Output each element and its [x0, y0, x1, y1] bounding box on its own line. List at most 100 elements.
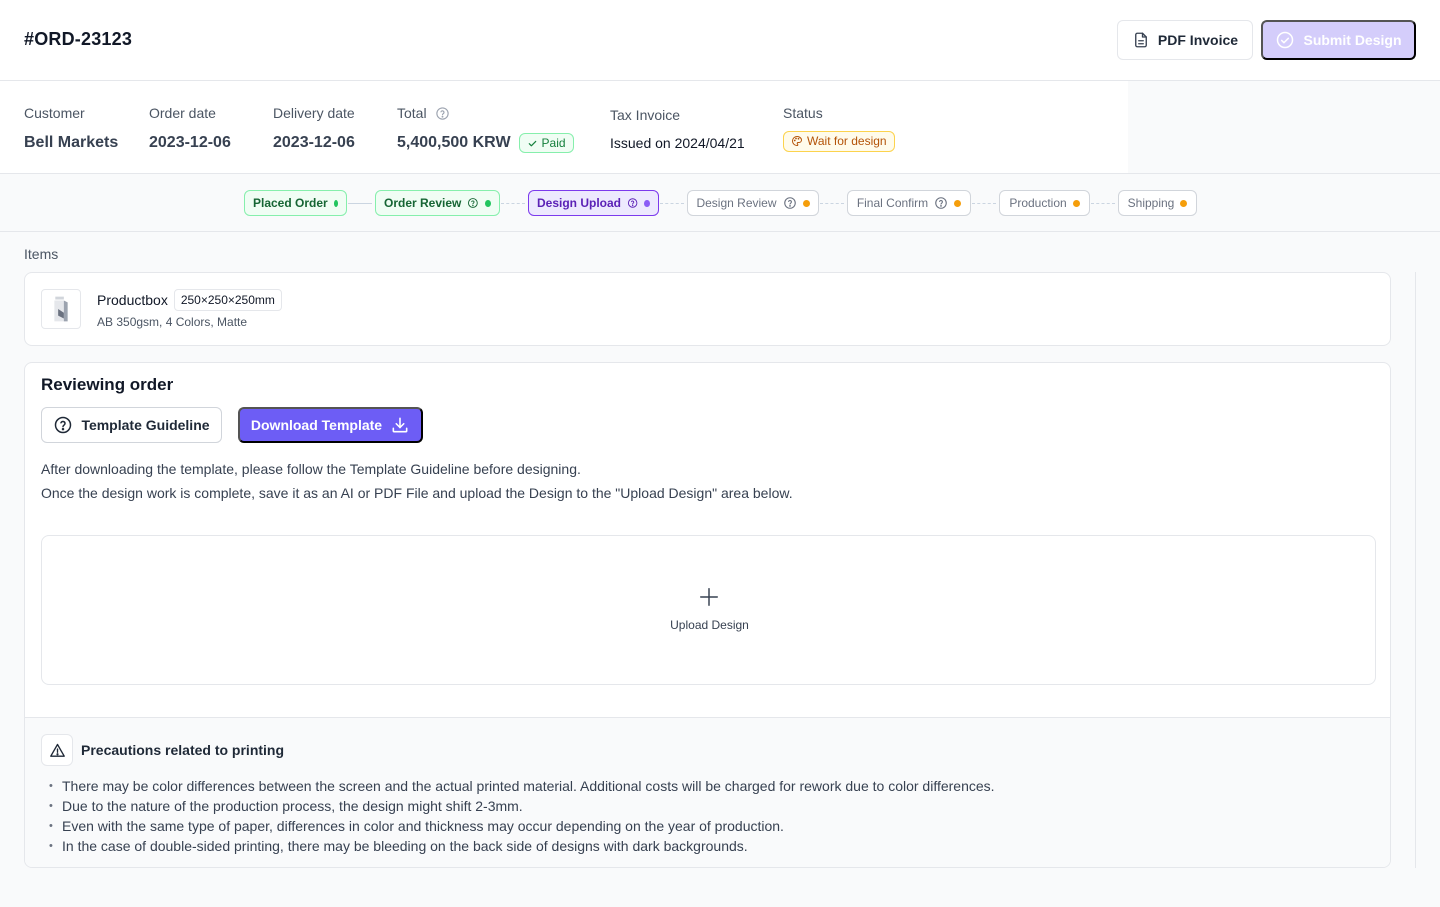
- check-icon: [528, 140, 536, 146]
- review-section: Reviewing order Template Guideline Downl…: [24, 362, 1391, 868]
- step-connector: [660, 203, 684, 204]
- step-label: Final Confirm: [856, 196, 929, 210]
- step-label: Placed Order: [253, 196, 328, 210]
- step-placed-order[interactable]: Placed Order: [244, 190, 347, 216]
- status-badge: Wait for design: [783, 130, 895, 152]
- step-production[interactable]: Production: [999, 190, 1090, 216]
- precautions-panel: Precautions related to printing There ma…: [25, 717, 1390, 867]
- status-badge-label: Wait for design: [807, 134, 887, 148]
- order-id: #ORD-23123: [24, 29, 133, 49]
- box-icon: [54, 296, 68, 322]
- step-order-review[interactable]: Order Review: [375, 190, 500, 216]
- total-field: Total 5,400,500 KRW Paid: [397, 103, 574, 153]
- tax-invoice-field: Tax Invoice Issued on 2024/04/21: [610, 105, 745, 153]
- total-label-row: Total: [397, 103, 574, 123]
- customer-field: Customer Bell Markets: [24, 103, 118, 153]
- instruction-text: Once the design work is complete, save i…: [41, 485, 793, 501]
- order-date-value: 2023-12-06: [149, 134, 231, 151]
- warning-icon-box: [41, 734, 73, 766]
- paid-badge: Paid: [518, 133, 574, 153]
- delivery-date-field: Delivery date 2023-12-06: [273, 103, 355, 153]
- status-field: Status Wait for design: [783, 103, 895, 152]
- step-connector: [348, 203, 372, 204]
- upload-design-dropzone[interactable]: Upload Design: [41, 535, 1376, 685]
- total-value-row: 5,400,500 KRW Paid: [397, 133, 574, 153]
- tax-invoice-label: Tax Invoice: [610, 107, 681, 123]
- step-label: Production: [1009, 196, 1067, 210]
- document-icon: [1134, 32, 1147, 48]
- step-status-dot: [333, 199, 338, 207]
- delivery-date-label: Delivery date: [273, 105, 355, 121]
- precautions-title: Precautions related to printing: [81, 742, 285, 758]
- tax-invoice-value: Issued on 2024/04/21: [610, 135, 745, 151]
- list-item: Due to the nature of the production proc…: [49, 796, 995, 816]
- top-bar: #ORD-23123 PDF Invoice Submit Design: [0, 0, 1440, 81]
- step-connector: [972, 203, 996, 204]
- list-item: In the case of double-sided printing, th…: [49, 836, 995, 856]
- question-circle-icon[interactable]: [783, 196, 797, 210]
- status-value-row: Wait for design: [783, 130, 895, 152]
- items-label: Items: [24, 246, 59, 262]
- palette-icon: [792, 136, 802, 146]
- progress-stepper: Placed Order Order Review Design Upload …: [0, 174, 1440, 232]
- download-icon: [392, 417, 408, 433]
- product-thumbnail: [41, 289, 81, 329]
- submit-design-label: Submit Design: [1303, 32, 1402, 48]
- step-status-dot: [644, 199, 650, 207]
- step-status-dot: [1180, 199, 1188, 207]
- section-title: Reviewing order: [41, 375, 174, 394]
- step-connector: [1091, 203, 1115, 204]
- question-circle-icon: [55, 416, 72, 434]
- product-name-row: Productbox 250×250×250mm: [97, 289, 282, 311]
- submit-design-button[interactable]: Submit Design: [1261, 20, 1416, 60]
- vertical-divider: [1415, 272, 1416, 868]
- question-circle-icon[interactable]: [435, 106, 450, 121]
- step-final-confirm[interactable]: Final Confirm: [847, 190, 971, 216]
- step-status-dot: [802, 199, 810, 207]
- list-item: There may be color differences between t…: [49, 776, 995, 796]
- status-label: Status: [783, 105, 823, 121]
- download-template-button[interactable]: Download Template: [238, 407, 423, 443]
- order-date-field: Order date 2023-12-06: [149, 103, 231, 153]
- step-connector: [501, 203, 525, 204]
- product-spec: AB 350gsm, 4 Colors, Matte: [97, 315, 248, 329]
- template-guideline-label: Template Guideline: [81, 417, 210, 433]
- summary-background: [1128, 81, 1440, 174]
- customer-label: Customer: [24, 105, 85, 121]
- template-guideline-button[interactable]: Template Guideline: [41, 407, 222, 443]
- step-design-upload[interactable]: Design Upload: [528, 190, 659, 216]
- step-label: Order Review: [384, 196, 462, 210]
- step-connector: [820, 203, 844, 204]
- total-value: 5,400,500 KRW: [397, 134, 511, 151]
- list-item[interactable]: Productbox 250×250×250mm AB 350gsm, 4 Co…: [24, 272, 1391, 346]
- list-item: Even with the same type of paper, differ…: [49, 816, 995, 836]
- paid-badge-label: Paid: [541, 136, 566, 150]
- customer-value: Bell Markets: [24, 134, 119, 151]
- order-summary: Customer Bell Markets Order date 2023-12…: [0, 81, 1128, 174]
- product-name: Productbox: [97, 292, 168, 308]
- delivery-date-value: 2023-12-06: [273, 134, 355, 151]
- step-status-dot: [954, 199, 962, 207]
- pdf-invoice-label: PDF Invoice: [1157, 32, 1239, 48]
- download-template-label: Download Template: [250, 417, 383, 433]
- question-circle-icon[interactable]: [467, 196, 479, 210]
- question-circle-icon[interactable]: [934, 196, 948, 210]
- warning-triangle-icon: [49, 743, 65, 757]
- step-label: Shipping: [1127, 196, 1175, 210]
- step-design-review[interactable]: Design Review: [687, 190, 819, 216]
- step-status-dot: [1072, 199, 1080, 207]
- step-shipping[interactable]: Shipping: [1118, 190, 1197, 216]
- check-circle-icon: [1277, 31, 1294, 49]
- total-label: Total: [397, 105, 427, 121]
- plus-icon: [700, 588, 718, 606]
- order-date-label: Order date: [149, 105, 216, 121]
- upload-design-label: Upload Design: [670, 618, 749, 632]
- step-status-dot: [485, 199, 491, 207]
- instruction-text: After downloading the template, please f…: [41, 461, 581, 477]
- step-label: Design Review: [696, 196, 777, 210]
- question-circle-icon[interactable]: [627, 196, 638, 210]
- pdf-invoice-button[interactable]: PDF Invoice: [1117, 20, 1253, 60]
- dimension-badge: 250×250×250mm: [173, 289, 282, 311]
- step-label: Design Upload: [537, 196, 622, 210]
- precautions-list: There may be color differences between t…: [49, 776, 995, 856]
